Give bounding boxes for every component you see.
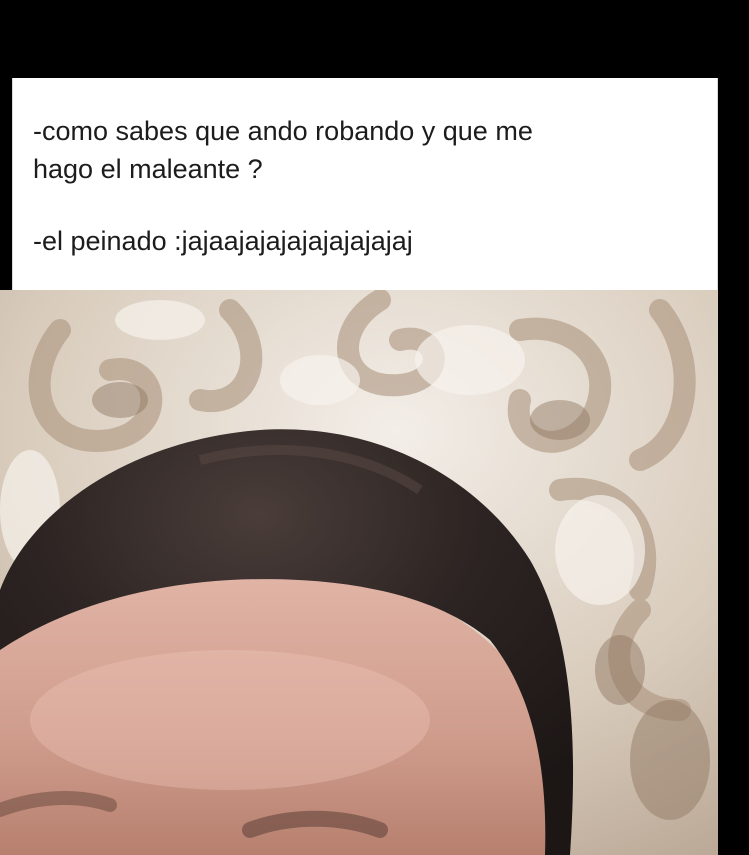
right-black-strip [718,78,749,855]
post-card: -como sabes que ando robando y que me ha… [12,78,718,290]
top-black-bar [0,0,749,78]
person-photo-image [0,290,718,855]
post-photo[interactable] [0,290,718,855]
post-text: -como sabes que ando robando y que me ha… [33,112,693,260]
post-line-1: -como sabes que ando robando y que me [33,116,533,146]
post-line-3: -el peinado :jajaajajajajajajajajaj [33,226,413,256]
post-line-2: hago el maleante ? [33,154,263,184]
